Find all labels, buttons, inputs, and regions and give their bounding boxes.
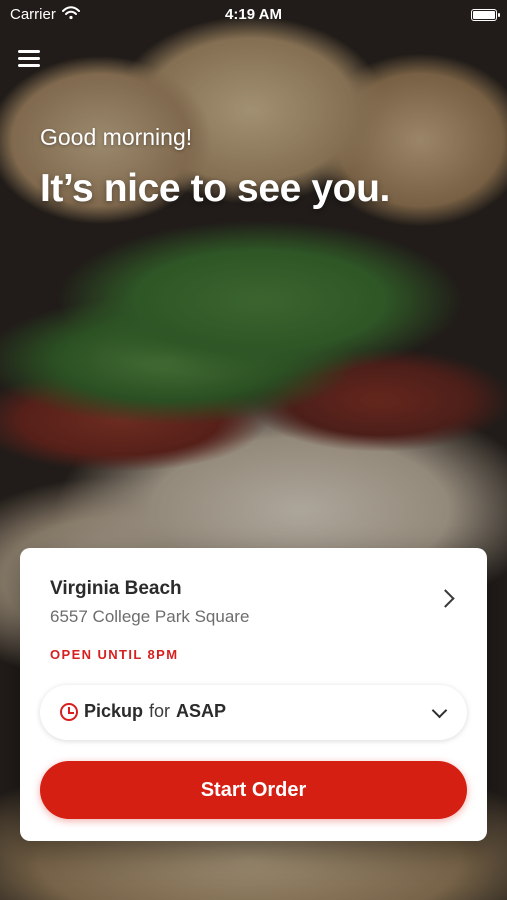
chevron-right-icon[interactable] xyxy=(437,588,455,612)
battery-icon xyxy=(471,9,500,21)
location-card: Virginia Beach 6557 College Park Square … xyxy=(20,548,487,841)
open-hours-label: OPEN UNTIL 8PM xyxy=(50,647,179,662)
pickup-text: Pickup for ASAP xyxy=(84,701,226,722)
hamburger-menu-icon[interactable] xyxy=(18,48,42,68)
clock-icon xyxy=(60,703,78,721)
location-address[interactable]: 6557 College Park Square xyxy=(50,607,249,627)
pickup-time: ASAP xyxy=(176,701,227,721)
pickup-connector: for xyxy=(149,701,171,721)
pickup-mode: Pickup xyxy=(84,701,144,721)
greeting-title: It’s nice to see you. xyxy=(40,167,390,210)
chevron-down-icon[interactable] xyxy=(431,703,449,721)
location-name[interactable]: Virginia Beach xyxy=(50,578,182,600)
status-time: 4:19 AM xyxy=(225,6,282,23)
status-bar: Carrier 4:19 AM xyxy=(0,0,507,30)
greeting-subtitle: Good morning! xyxy=(40,124,193,150)
pickup-time-selector[interactable]: Pickup for ASAP xyxy=(40,685,467,740)
start-order-button[interactable]: Start Order xyxy=(40,761,467,819)
